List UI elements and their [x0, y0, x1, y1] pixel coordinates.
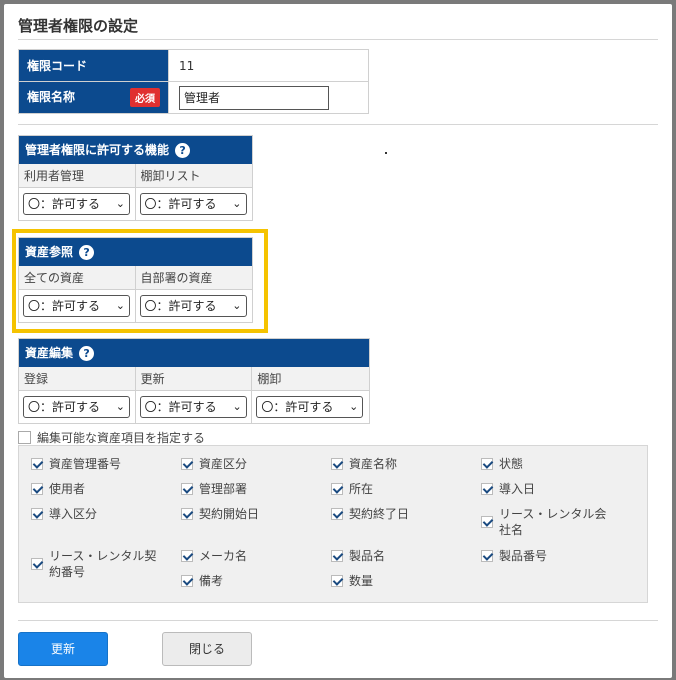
item-checkbox[interactable]: 使用者: [31, 481, 171, 497]
column-update: 更新 〇：許可する ⌄: [135, 367, 253, 423]
column-label: 更新: [135, 367, 252, 391]
check-icon: [331, 508, 343, 520]
section-asset-edit-title: 資産編集: [25, 346, 74, 360]
check-icon: [481, 483, 493, 495]
check-icon: [481, 458, 493, 470]
section-functions-title: 管理者権限に許可する機能: [25, 143, 170, 157]
item-checkbox[interactable]: メーカ名: [181, 548, 321, 564]
check-icon: [181, 508, 193, 520]
check-icon: [331, 483, 343, 495]
divider: [18, 620, 658, 621]
code-value: 11: [168, 49, 369, 82]
inventory-list-select[interactable]: 〇：許可する ⌄: [139, 193, 247, 215]
check-icon: [331, 550, 343, 562]
item-checkbox[interactable]: リース・レンタル契約番号: [31, 548, 161, 580]
help-icon[interactable]: ?: [79, 345, 95, 361]
check-icon: [331, 575, 343, 587]
editable-items-checkbox[interactable]: [18, 431, 31, 444]
section-asset-edit: 資産編集 ? 登録 〇：許可する ⌄ 更新 〇：許可する ⌄ 棚卸 〇：許可する ⌄: [18, 338, 370, 424]
column-label: 棚卸リスト: [135, 164, 252, 188]
name-cell: [168, 81, 369, 114]
column-all-assets: 全ての資産 〇：許可する ⌄: [19, 266, 136, 322]
item-checkbox[interactable]: 資産管理番号: [31, 456, 171, 472]
item-checkbox[interactable]: 導入区分: [31, 506, 171, 522]
check-icon: [181, 483, 193, 495]
help-icon[interactable]: ?: [175, 142, 191, 158]
editable-items-panel: 資産管理番号 資産区分 資産名称 状態 使用者 管理部署 所在 導入日 導入区分…: [18, 445, 648, 603]
item-checkbox[interactable]: 管理部署: [181, 481, 321, 497]
check-icon: [181, 458, 193, 470]
check-icon: [481, 550, 493, 562]
check-icon: [31, 508, 43, 520]
check-icon: [331, 458, 343, 470]
check-icon: [181, 550, 193, 562]
admin-permission-dialog: 管理者権限の設定 権限コード 11 権限名称 必須 管理者権限に許可する機能 ?…: [4, 4, 672, 678]
item-checkbox[interactable]: 所在: [331, 481, 471, 497]
check-icon: [481, 516, 493, 528]
user-management-select[interactable]: 〇：許可する ⌄: [23, 193, 130, 215]
item-checkbox[interactable]: 備考: [181, 573, 321, 589]
check-icon: [31, 558, 43, 570]
section-functions: 管理者権限に許可する機能 ? 利用者管理 〇：許可する ⌄ 棚卸リスト 〇：許可す…: [18, 135, 253, 221]
name-label: 権限名称: [27, 90, 76, 104]
update-select[interactable]: 〇：許可する ⌄: [139, 396, 247, 418]
help-icon[interactable]: ?: [79, 244, 95, 260]
column-register: 登録 〇：許可する ⌄: [19, 367, 136, 423]
chevron-down-icon: ⌄: [115, 400, 125, 413]
dialog-title: 管理者権限の設定: [18, 17, 139, 35]
required-badge: 必須: [130, 88, 160, 107]
item-checkbox[interactable]: 状態: [481, 456, 621, 472]
column-inventory-list: 棚卸リスト 〇：許可する ⌄: [135, 164, 252, 220]
item-checkbox[interactable]: 製品番号: [481, 548, 621, 564]
column-inventory: 棚卸 〇：許可する ⌄: [252, 367, 370, 423]
check-icon: [31, 483, 43, 495]
code-label: 権限コード: [18, 49, 169, 82]
column-own-department-assets: 自部署の資産 〇：許可する ⌄: [135, 266, 252, 322]
divider: [18, 39, 658, 40]
section-asset-edit-header: 資産編集 ?: [19, 339, 369, 367]
editable-items-toggle[interactable]: 編集可能な資産項目を指定する: [18, 429, 205, 446]
column-user-management: 利用者管理 〇：許可する ⌄: [19, 164, 136, 220]
own-department-assets-select[interactable]: 〇：許可する ⌄: [139, 295, 247, 317]
item-checkbox[interactable]: 資産名称: [331, 456, 471, 472]
section-asset-reference: 資産参照 ? 全ての資産 〇：許可する ⌄ 自部署の資産 〇：許可する ⌄: [18, 237, 253, 323]
item-checkbox[interactable]: 製品名: [331, 548, 471, 564]
chevron-down-icon: ⌄: [232, 197, 242, 210]
chevron-down-icon: ⌄: [115, 299, 125, 312]
chevron-down-icon: ⌄: [349, 400, 359, 413]
item-checkbox[interactable]: 導入日: [481, 481, 621, 497]
permission-name-input[interactable]: [179, 85, 329, 110]
chevron-down-icon: ⌄: [232, 299, 242, 312]
item-checkbox[interactable]: 契約終了日: [331, 506, 471, 522]
item-checkbox[interactable]: リース・レンタル会社名: [481, 506, 611, 538]
column-label: 登録: [19, 367, 135, 391]
divider: [18, 124, 658, 125]
check-icon: [31, 458, 43, 470]
section-asset-reference-title: 資産参照: [25, 245, 74, 259]
permission-info-table: 権限コード 11 権限名称 必須: [18, 49, 369, 114]
column-label: 自部署の資産: [135, 266, 252, 290]
check-icon: [181, 575, 193, 587]
item-checkbox[interactable]: 契約開始日: [181, 506, 321, 522]
item-checkbox[interactable]: 資産区分: [181, 456, 321, 472]
all-assets-select[interactable]: 〇：許可する ⌄: [23, 295, 130, 317]
name-label-cell: 権限名称 必須: [18, 81, 169, 114]
editable-items-label: 編集可能な資産項目を指定する: [37, 431, 206, 445]
stray-dot: [385, 152, 387, 154]
update-button[interactable]: 更新: [18, 632, 108, 666]
item-checkbox[interactable]: 数量: [331, 573, 471, 589]
chevron-down-icon: ⌄: [232, 400, 242, 413]
column-label: 棚卸: [252, 367, 370, 391]
section-functions-header: 管理者権限に許可する機能 ?: [19, 136, 252, 164]
section-asset-reference-header: 資産参照 ?: [19, 238, 252, 266]
close-button[interactable]: 閉じる: [162, 632, 252, 666]
column-label: 利用者管理: [19, 164, 135, 188]
column-label: 全ての資産: [19, 266, 135, 290]
register-select[interactable]: 〇：許可する ⌄: [23, 396, 130, 418]
chevron-down-icon: ⌄: [115, 197, 125, 210]
inventory-select[interactable]: 〇：許可する ⌄: [256, 396, 364, 418]
